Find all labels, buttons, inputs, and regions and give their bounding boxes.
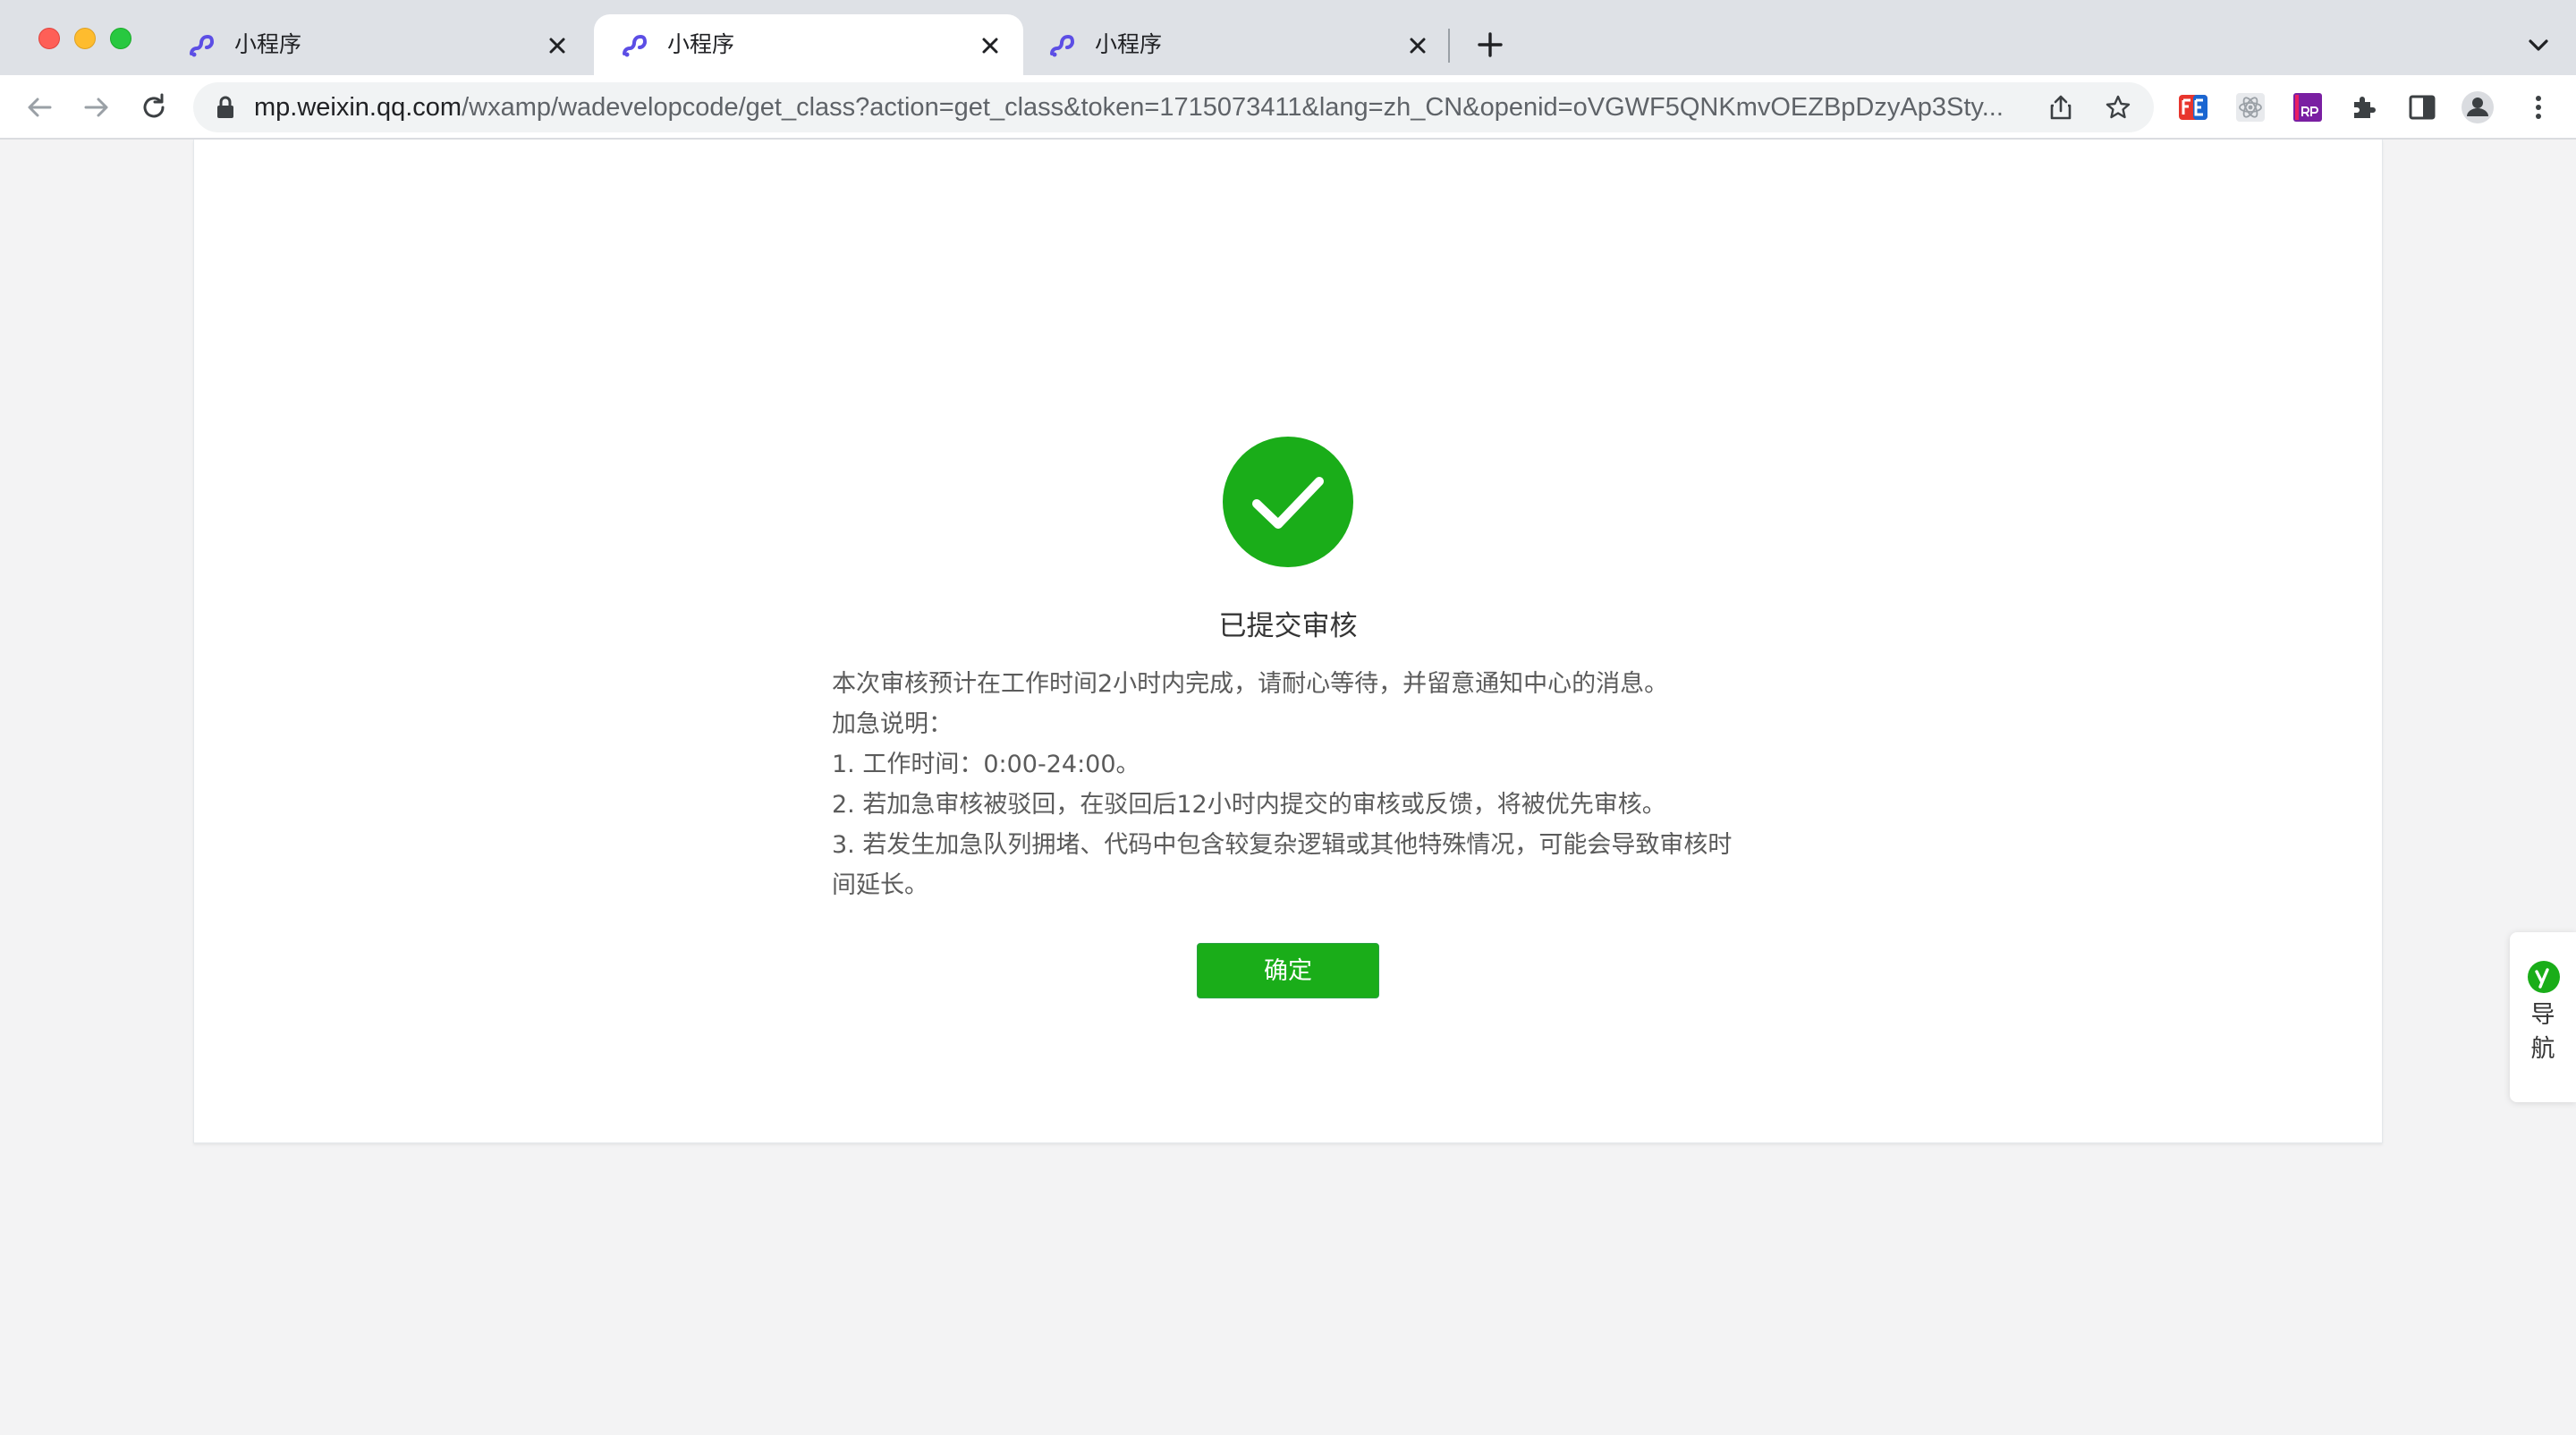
mini-program-icon — [623, 34, 648, 57]
url-path: /wxamp/wadevelopcode/get_class?action=ge… — [462, 93, 2004, 122]
review-description: 本次审核预计在工作时间2小时内完成，请耐心等待，并留意通知中心的消息。 加急说明… — [832, 664, 1744, 905]
axure-rp-extension-icon[interactable] — [2290, 89, 2326, 125]
window-close-button[interactable] — [38, 28, 60, 49]
reload-icon[interactable] — [136, 89, 172, 125]
profile-avatar-icon[interactable] — [2460, 89, 2496, 125]
url-text[interactable]: mp.weixin.qq.com/wxamp/wadevelopcode/get… — [254, 82, 2043, 132]
react-devtools-extension-icon[interactable] — [2233, 89, 2268, 125]
browser-menu-kebab-icon[interactable] — [2521, 89, 2556, 125]
close-icon[interactable] — [542, 30, 572, 61]
tab-title: 小程序 — [1095, 31, 1163, 57]
side-panel-icon[interactable] — [2404, 89, 2440, 125]
tab-2[interactable]: 小程序 — [594, 14, 1023, 75]
urgent-note-1: 1. 工作时间：0:00-24:00。 — [832, 751, 1140, 778]
forward-arrow-icon[interactable] — [79, 89, 114, 125]
new-tab-plus-icon[interactable] — [1472, 27, 1508, 63]
tab-title: 小程序 — [667, 31, 735, 57]
tab-strip: 小程序 小程序 小程序 — [0, 0, 2576, 75]
side-nav-label-line2: 航 — [2530, 1035, 2555, 1063]
page-title: 已提交审核 — [1218, 610, 1358, 642]
back-arrow-icon[interactable] — [21, 89, 57, 125]
nav-logo-icon — [2528, 961, 2560, 993]
extensions-puzzle-icon[interactable] — [2347, 89, 2383, 125]
share-icon[interactable] — [2046, 93, 2075, 122]
tab-3[interactable]: 小程序 — [1021, 14, 1451, 75]
window-maximize-button[interactable] — [110, 28, 131, 49]
window-minimize-button[interactable] — [74, 28, 96, 49]
url-host: mp.weixin.qq.com — [254, 93, 462, 122]
chevron-down-icon[interactable] — [2522, 29, 2555, 61]
bookmark-star-icon[interactable] — [2104, 93, 2132, 122]
success-check-icon — [1223, 437, 1353, 567]
tab-1[interactable]: 小程序 — [161, 14, 590, 75]
confirm-button[interactable]: 确定 — [1197, 943, 1379, 998]
tab-title: 小程序 — [234, 31, 302, 57]
mini-program-icon — [1050, 34, 1075, 57]
tab-separator — [1448, 29, 1450, 63]
address-bar[interactable]: mp.weixin.qq.com/wxamp/wadevelopcode/get… — [193, 82, 2154, 132]
mini-program-icon — [190, 34, 215, 57]
side-nav-label: 导 航 — [2510, 998, 2576, 1066]
side-nav-label-line1: 导 — [2530, 1001, 2555, 1029]
close-icon[interactable] — [975, 30, 1005, 61]
urgent-heading: 加急说明： — [832, 710, 953, 738]
close-icon[interactable] — [1402, 30, 1433, 61]
lock-icon[interactable] — [215, 95, 236, 120]
urgent-note-2: 2. 若加急审核被驳回，在驳回后12小时内提交的审核或反馈，将被优先审核。 — [832, 791, 1666, 819]
review-estimate-text: 本次审核预计在工作时间2小时内完成，请耐心等待，并留意通知中心的消息。 — [832, 670, 1669, 698]
fe-helper-extension-icon[interactable] — [2175, 89, 2211, 125]
side-nav-button[interactable]: 导 航 — [2510, 932, 2576, 1102]
browser-toolbar: mp.weixin.qq.com/wxamp/wadevelopcode/get… — [0, 75, 2576, 140]
urgent-note-3: 3. 若发生加急队列拥堵、代码中包含较复杂逻辑或其他特殊情况，可能会导致审核时间… — [832, 831, 1733, 899]
